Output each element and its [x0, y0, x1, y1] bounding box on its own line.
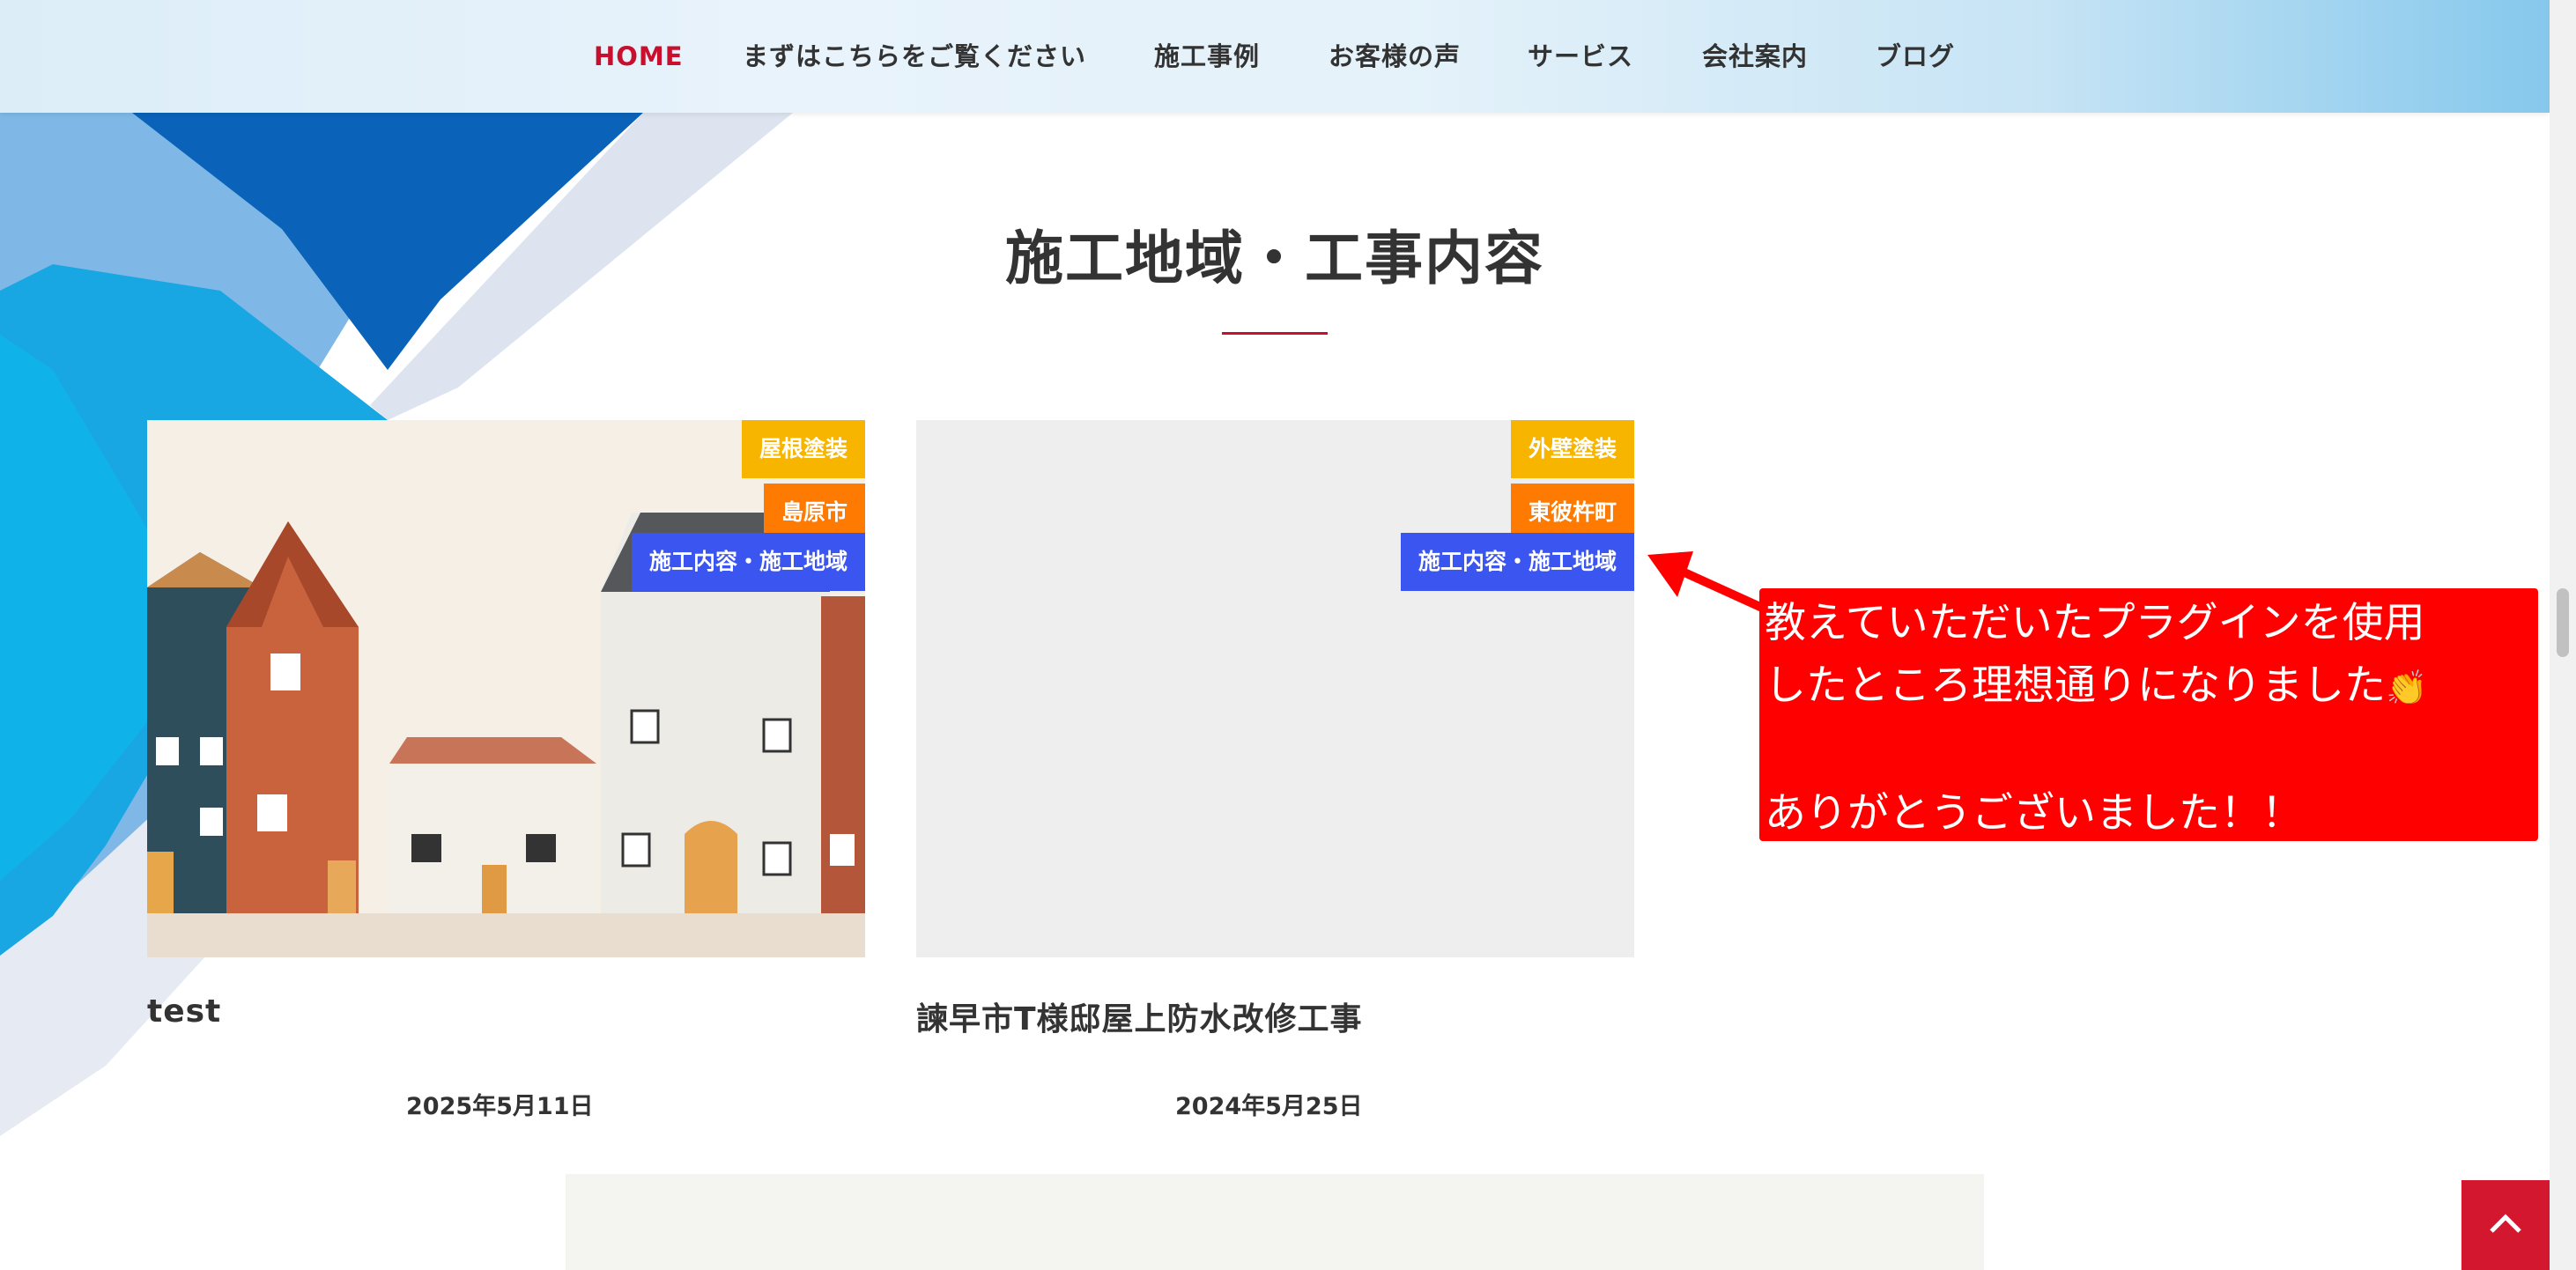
annotation-line-3: ありがとうございました！！: [1765, 789, 2303, 838]
tag-category[interactable]: 外壁塗装: [1510, 420, 1634, 478]
toy-houses-image: [147, 420, 865, 957]
title-underline: [1222, 332, 1328, 335]
section-title: 施工地域・工事内容: [1005, 225, 1544, 292]
annotation-line-2: したところ理想通りになりました👏: [1765, 654, 2531, 720]
annotation-arrow-icon: [1647, 551, 1762, 612]
card-thumbnail[interactable]: 外壁塗装 東彼杵町 施工内容・施工地域: [916, 420, 1634, 957]
tag-content-area[interactable]: 施工内容・施工地域: [631, 533, 865, 591]
annotation-spacer: [1765, 720, 2531, 782]
card-title[interactable]: 諫早市T様邸屋上防水改修工事: [916, 993, 1363, 1039]
nav-item-blog[interactable]: ブログ: [1876, 35, 1955, 78]
annotation-line-1: 教えていただいたプラグインを使用: [1765, 599, 2425, 647]
scrollbar-thumb[interactable]: [2557, 588, 2569, 657]
card-thumbnail[interactable]: 屋根塗装 島原市 施工内容・施工地域: [147, 420, 865, 957]
nav-item-services[interactable]: サービス: [1528, 35, 1633, 78]
tag-category[interactable]: 屋根塗装: [741, 420, 865, 478]
annotation-callout: 教えていただいたプラグインを使用 したところ理想通りになりました👏 ありがとうご…: [1759, 588, 2538, 841]
annotation-line-2-text: したところ理想通りになりました: [1765, 661, 2386, 710]
tag-content-area[interactable]: 施工内容・施工地域: [1400, 533, 1634, 591]
nav-item-home[interactable]: HOME: [594, 35, 684, 78]
back-to-top-button[interactable]: [2461, 1180, 2550, 1270]
site-header: HOME まずはこちらをご覧ください 施工事例 お客様の声 サービス 会社案内 …: [0, 0, 2550, 113]
card-title[interactable]: test: [147, 993, 221, 1030]
clapping-hands-icon: 👏: [2386, 668, 2428, 707]
nav-item-please-read-first[interactable]: まずはこちらをご覧ください: [743, 35, 1086, 78]
chevron-up-icon: [2490, 1214, 2521, 1233]
card-date: 2025年5月11日: [406, 1093, 594, 1120]
nav-item-works[interactable]: 施工事例: [1154, 35, 1260, 78]
nav-item-company[interactable]: 会社案内: [1702, 35, 1808, 78]
nav-item-testimonials[interactable]: お客様の声: [1329, 35, 1461, 78]
card-date: 2024年5月25日: [1175, 1093, 1363, 1120]
bottom-section-panel: [566, 1174, 1984, 1270]
